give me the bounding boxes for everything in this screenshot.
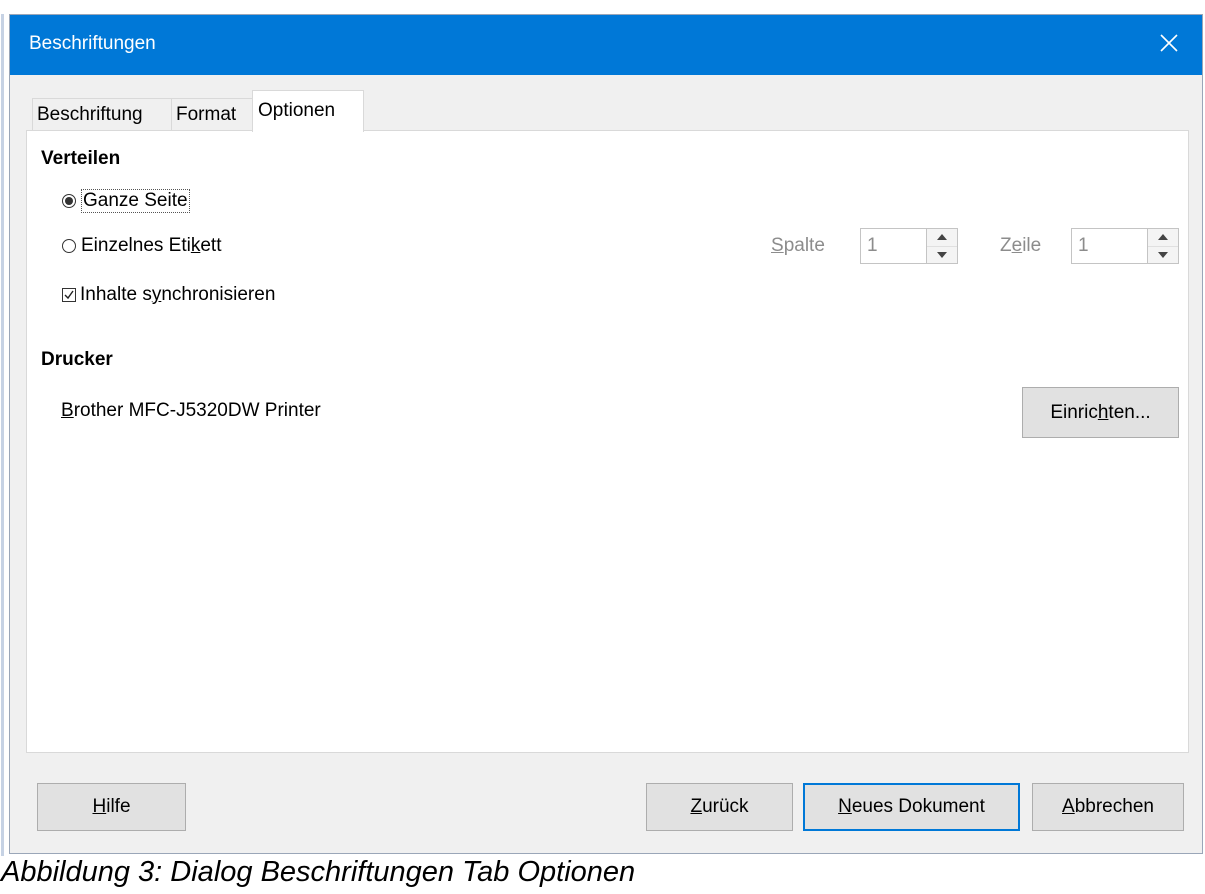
radio-selected-icon: [62, 194, 76, 208]
tab-format[interactable]: Format: [171, 98, 253, 131]
figure-caption: Abbildung 3: Dialog Beschriftungen Tab O…: [1, 856, 636, 888]
single-label-label: Einzelnes Etikett: [81, 235, 222, 256]
printer-heading: Drucker: [41, 349, 113, 370]
tab-beschriftung[interactable]: Beschriftung: [32, 98, 172, 131]
printer-name: Brother MFC-J5320DW Printer: [61, 400, 321, 421]
radio-empty-icon: [62, 239, 76, 253]
cancel-button[interactable]: Abbrechen: [1032, 783, 1184, 831]
spin-down-icon: [937, 251, 947, 258]
close-icon: [1160, 34, 1178, 52]
document-margin-bar: [1, 14, 4, 856]
distribute-heading: Verteilen: [41, 148, 121, 169]
new-document-button[interactable]: Neues Dokument: [803, 783, 1020, 831]
whole-page-radio[interactable]: Ganze Seite: [62, 189, 190, 213]
row-label: Zeile: [1000, 235, 1042, 256]
printer-setup-button[interactable]: Einrichten...: [1022, 387, 1179, 438]
close-button[interactable]: [1150, 24, 1188, 62]
title-bar: Beschriftungen: [10, 15, 1202, 75]
row-spinbox[interactable]: 1: [1071, 228, 1179, 264]
checkbox-checked-icon: [62, 288, 76, 302]
row-increment[interactable]: [1148, 229, 1178, 246]
whole-page-label: Ganze Seite: [81, 189, 190, 213]
spin-up-icon: [1158, 234, 1168, 241]
column-label: Spalte: [771, 235, 825, 256]
sync-contents-checkbox[interactable]: Inhalte synchronisieren: [62, 284, 275, 306]
tab-optionen[interactable]: Optionen: [252, 90, 364, 132]
column-value: 1: [867, 235, 878, 256]
spin-down-icon: [1158, 251, 1168, 258]
single-label-radio[interactable]: Einzelnes Etikett: [62, 235, 221, 257]
column-decrement[interactable]: [927, 245, 957, 263]
row-decrement[interactable]: [1148, 245, 1178, 263]
sync-contents-label: Inhalte synchronisieren: [80, 284, 276, 305]
row-value: 1: [1078, 235, 1089, 256]
column-increment[interactable]: [927, 229, 957, 246]
labels-dialog: Beschriftungen Beschriftung Format Optio…: [9, 14, 1203, 854]
column-spinbox[interactable]: 1: [860, 228, 958, 264]
back-button[interactable]: Zurück: [646, 783, 793, 831]
help-button[interactable]: Hilfe: [37, 783, 186, 831]
spin-up-icon: [937, 234, 947, 241]
options-panel: Verteilen Ganze Seite Einzelnes Etikett …: [26, 130, 1189, 753]
dialog-title: Beschriftungen: [29, 33, 156, 54]
